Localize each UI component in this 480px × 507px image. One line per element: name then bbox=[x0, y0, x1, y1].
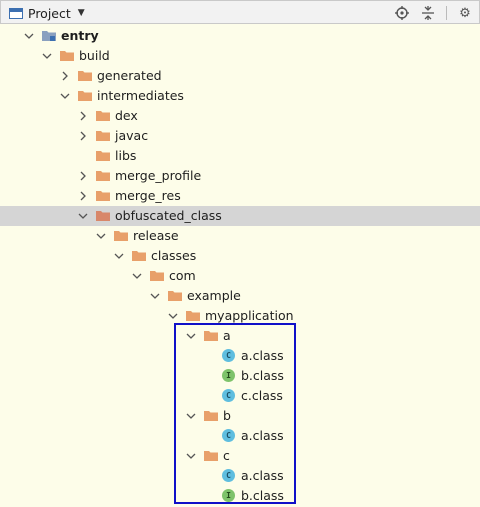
dropdown-triangle-icon[interactable]: ▼ bbox=[78, 8, 85, 18]
module-folder-icon bbox=[42, 30, 58, 42]
folder-icon bbox=[204, 450, 220, 462]
folder-icon bbox=[96, 130, 112, 142]
chevron-down-icon[interactable] bbox=[95, 230, 107, 242]
tree-label: b bbox=[223, 408, 231, 423]
interface-icon: I bbox=[222, 489, 235, 502]
tree-label: generated bbox=[97, 68, 162, 83]
collapse-all-icon[interactable] bbox=[420, 5, 436, 21]
tree-node-package-b[interactable]: b bbox=[0, 406, 480, 426]
folder-icon bbox=[168, 290, 184, 302]
tree-label: b.class bbox=[241, 368, 284, 383]
project-tree: entry build generated intermediates dex … bbox=[0, 26, 480, 506]
tree-node-libs[interactable]: libs bbox=[0, 146, 480, 166]
chevron-down-icon[interactable] bbox=[131, 270, 143, 282]
tree-node-merge-res[interactable]: merge_res bbox=[0, 186, 480, 206]
folder-icon bbox=[78, 90, 94, 102]
tree-label: javac bbox=[115, 128, 149, 143]
project-window-icon bbox=[9, 7, 23, 19]
class-icon: C bbox=[222, 469, 235, 482]
tree-label: classes bbox=[151, 248, 197, 263]
chevron-down-icon[interactable] bbox=[185, 450, 197, 462]
tree-label: intermediates bbox=[97, 88, 184, 103]
folder-icon bbox=[150, 270, 166, 282]
chevron-down-icon[interactable] bbox=[113, 250, 125, 262]
folder-icon bbox=[114, 230, 130, 242]
tree-label: release bbox=[133, 228, 179, 243]
locate-icon[interactable] bbox=[394, 5, 410, 21]
chevron-down-icon[interactable] bbox=[77, 210, 89, 222]
chevron-right-icon[interactable] bbox=[77, 130, 89, 142]
tree-node-example[interactable]: example bbox=[0, 286, 480, 306]
folder-icon bbox=[96, 110, 112, 122]
folder-icon bbox=[204, 410, 220, 422]
project-view-label: Project bbox=[28, 5, 71, 21]
tree-node-class-file[interactable]: C a.class bbox=[0, 466, 480, 486]
folder-icon bbox=[96, 190, 112, 202]
tree-label: a.class bbox=[241, 428, 284, 443]
tree-label: build bbox=[79, 48, 110, 63]
tree-node-dex[interactable]: dex bbox=[0, 106, 480, 126]
toolbar-divider bbox=[446, 6, 447, 20]
tree-label: com bbox=[169, 268, 196, 283]
tree-node-obfuscated-class[interactable]: obfuscated_class bbox=[0, 206, 480, 226]
tree-node-javac[interactable]: javac bbox=[0, 126, 480, 146]
tree-node-package-a[interactable]: a bbox=[0, 326, 480, 346]
tree-label: c.class bbox=[241, 388, 283, 403]
tree-node-myapplication[interactable]: myapplication bbox=[0, 306, 480, 326]
tree-label: entry bbox=[61, 28, 99, 43]
project-view-selector[interactable]: Project ▼ bbox=[9, 4, 85, 22]
chevron-down-icon[interactable] bbox=[167, 310, 179, 322]
chevron-down-icon[interactable] bbox=[185, 330, 197, 342]
tree-label: a bbox=[223, 328, 231, 343]
class-icon: C bbox=[222, 429, 235, 442]
class-icon: C bbox=[222, 389, 235, 402]
tree-node-classes[interactable]: classes bbox=[0, 246, 480, 266]
tree-node-class-file[interactable]: I b.class bbox=[0, 486, 480, 506]
tree-node-intermediates[interactable]: intermediates bbox=[0, 86, 480, 106]
chevron-down-icon[interactable] bbox=[185, 410, 197, 422]
folder-icon bbox=[60, 50, 76, 62]
chevron-right-icon[interactable] bbox=[77, 170, 89, 182]
folder-icon bbox=[96, 150, 112, 162]
tree-node-generated[interactable]: generated bbox=[0, 66, 480, 86]
tree-node-release[interactable]: release bbox=[0, 226, 480, 246]
tree-node-entry[interactable]: entry bbox=[0, 26, 480, 46]
folder-icon bbox=[132, 250, 148, 262]
chevron-right-icon[interactable] bbox=[77, 110, 89, 122]
tree-node-class-file[interactable]: I b.class bbox=[0, 366, 480, 386]
folder-icon bbox=[78, 70, 94, 82]
folder-icon bbox=[186, 310, 202, 322]
chevron-down-icon[interactable] bbox=[41, 50, 53, 62]
chevron-right-icon[interactable] bbox=[77, 190, 89, 202]
tree-label: obfuscated_class bbox=[115, 208, 222, 223]
tree-node-merge-profile[interactable]: merge_profile bbox=[0, 166, 480, 186]
tree-node-class-file[interactable]: C a.class bbox=[0, 426, 480, 446]
tree-node-com[interactable]: com bbox=[0, 266, 480, 286]
tree-label: libs bbox=[115, 148, 137, 163]
tree-node-class-file[interactable]: C a.class bbox=[0, 346, 480, 366]
chevron-right-icon[interactable] bbox=[59, 70, 71, 82]
tree-label: merge_profile bbox=[115, 168, 202, 183]
tree-label: b.class bbox=[241, 488, 284, 503]
tree-label: dex bbox=[115, 108, 138, 123]
folder-icon bbox=[204, 330, 220, 342]
tree-label: a.class bbox=[241, 348, 284, 363]
interface-icon: I bbox=[222, 369, 235, 382]
tree-label: merge_res bbox=[115, 188, 181, 203]
tree-label: c bbox=[223, 448, 230, 463]
tree-label: a.class bbox=[241, 468, 284, 483]
tree-label: myapplication bbox=[205, 308, 294, 323]
settings-gear-icon[interactable]: ⚙ bbox=[457, 5, 473, 21]
tree-label: example bbox=[187, 288, 241, 303]
chevron-down-icon[interactable] bbox=[23, 30, 35, 42]
class-icon: C bbox=[222, 349, 235, 362]
tree-node-build[interactable]: build bbox=[0, 46, 480, 66]
folder-icon bbox=[96, 170, 112, 182]
chevron-down-icon[interactable] bbox=[149, 290, 161, 302]
chevron-down-icon[interactable] bbox=[59, 90, 71, 102]
tree-node-package-c[interactable]: c bbox=[0, 446, 480, 466]
folder-icon bbox=[96, 210, 112, 222]
project-toolbar: Project ▼ ⚙ bbox=[0, 0, 480, 24]
tree-node-class-file[interactable]: C c.class bbox=[0, 386, 480, 406]
